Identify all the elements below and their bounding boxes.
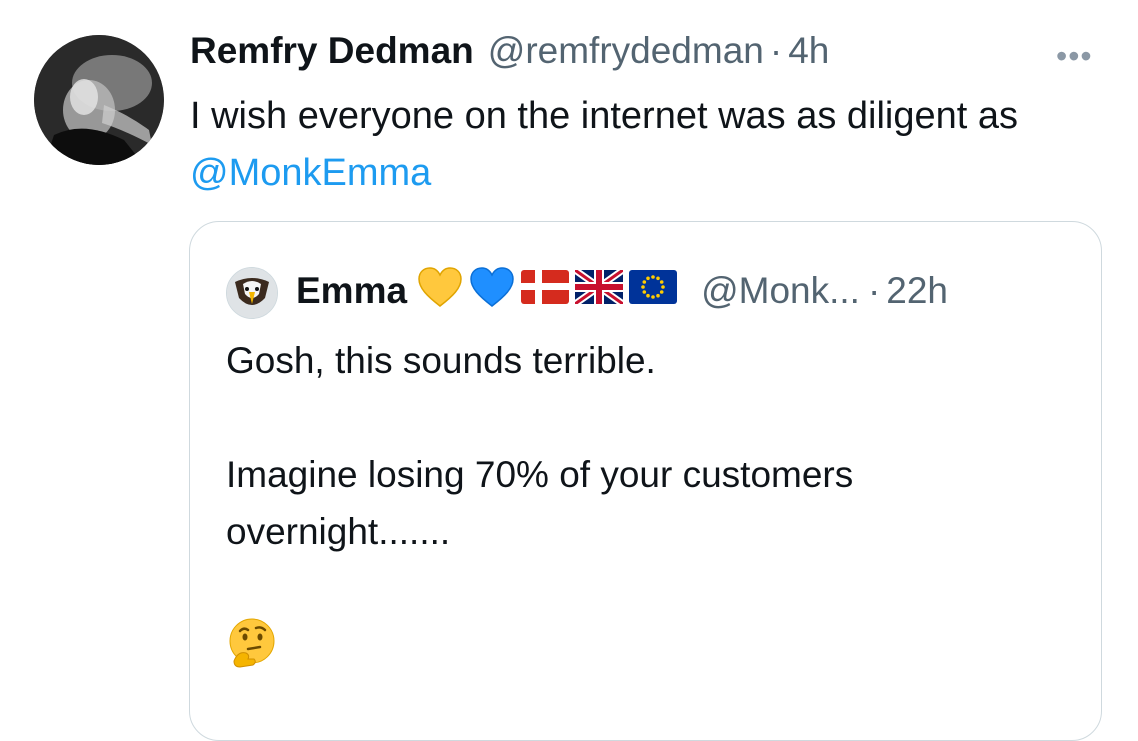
- author-name[interactable]: Remfry Dedman: [190, 30, 474, 72]
- tweet-text-body: I wish everyone on the internet was as d…: [190, 95, 1019, 137]
- avatar-photo: [34, 35, 164, 165]
- mention-link[interactable]: @MonkEmma: [190, 152, 431, 194]
- quoted-separator-dot: ·: [867, 270, 881, 311]
- quoted-author-handle[interactable]: @Monk...: [701, 270, 860, 312]
- author-handle[interactable]: @remfrydedman: [488, 30, 764, 72]
- thinking-face-icon: [226, 617, 278, 669]
- tweet-text: I wish everyone on the internet was as d…: [190, 88, 1110, 202]
- more-options-icon[interactable]: •••: [1056, 38, 1093, 75]
- quoted-text-line: Imagine losing 70% of your customers ove…: [226, 454, 854, 552]
- quoted-text-line: Gosh, this sounds terrible.: [226, 340, 656, 381]
- blue-heart-icon: [469, 266, 515, 317]
- quoted-author-avatar[interactable]: [226, 267, 278, 319]
- quoted-tweet-text: Gosh, this sounds terrible. Imagine losi…: [226, 332, 1066, 560]
- tweet[interactable]: Remfry Dedman @remfrydedman · 4h ••• I w…: [0, 0, 1138, 741]
- tweet-timestamp[interactable]: 4h: [788, 30, 829, 72]
- quoted-author-name[interactable]: Emma: [296, 270, 407, 312]
- uk-flag-icon: [573, 266, 626, 313]
- quoted-tweet-header: Emma @Monk... · 22h: [296, 266, 948, 316]
- separator-dot: ·: [769, 30, 783, 71]
- tweet-header: Remfry Dedman @remfrydedman · 4h: [190, 30, 829, 82]
- quoted-tweet[interactable]: Emma @Monk... · 22h Gosh, this sounds te…: [189, 221, 1102, 741]
- eagle-icon: [227, 268, 277, 318]
- eu-flag-icon: [629, 269, 678, 313]
- denmark-flag-icon: [521, 269, 570, 313]
- quoted-tweet-timestamp[interactable]: 22h: [886, 270, 948, 312]
- yellow-heart-icon: [417, 266, 463, 317]
- author-avatar[interactable]: [34, 35, 164, 165]
